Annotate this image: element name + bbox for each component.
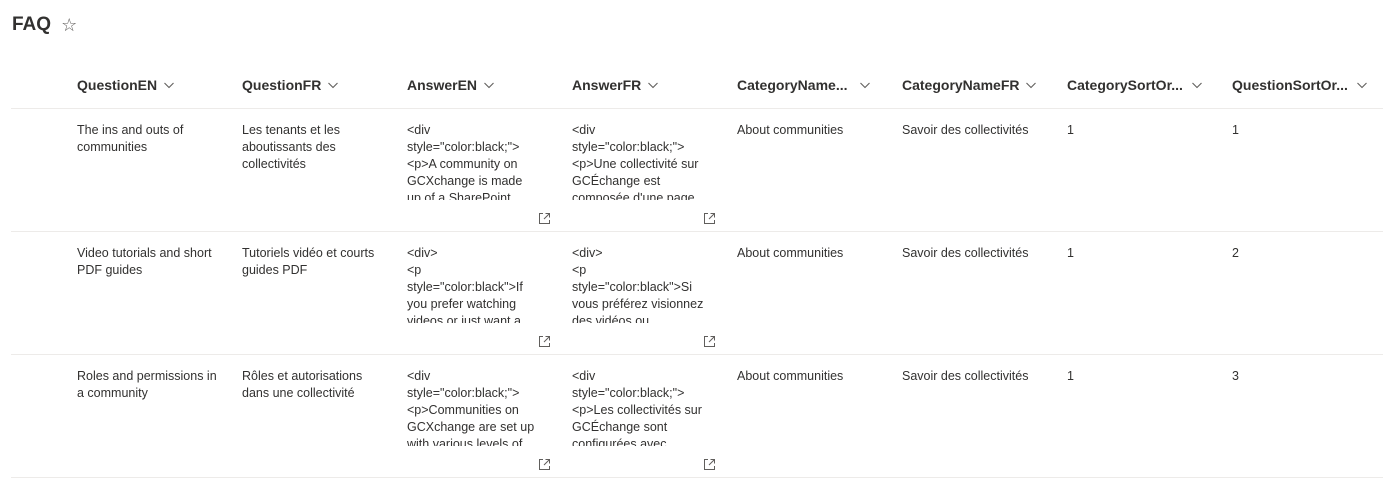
cell-answer-fr: <div style="color:black;"> <p>Une collec…	[572, 122, 712, 200]
cell-question-sort-order: 1	[1232, 123, 1239, 137]
table-row[interactable]: The ins and outs of communities Les tena…	[11, 109, 1383, 232]
list-grid: QuestionEN QuestionFR AnswerEN AnswerFR …	[11, 62, 1383, 478]
cell-question-en: Roles and permissions in a community	[77, 369, 217, 400]
cell-question-fr: Les tenants et les aboutissants des coll…	[242, 123, 340, 171]
answer-en-text: <div style="color:black;"> <p>Communitie…	[407, 369, 535, 446]
cell-question-sort-order: 2	[1232, 246, 1239, 260]
cell-category-name-en: About communities	[737, 123, 844, 137]
cell-question-fr: Tutoriels vidéo et courts guides PDF	[242, 246, 375, 277]
column-header-label: AnswerEN	[407, 77, 478, 93]
open-in-new-window-icon[interactable]	[538, 335, 551, 348]
chevron-down-icon	[164, 82, 175, 89]
column-header-answer-fr[interactable]: AnswerFR	[572, 62, 712, 108]
open-in-new-window-icon[interactable]	[538, 458, 551, 471]
column-header-question-en[interactable]: QuestionEN	[77, 62, 227, 108]
open-in-new-window-icon[interactable]	[538, 212, 551, 225]
column-header-label: CategorySortOr...	[1067, 77, 1183, 93]
column-header-answer-en[interactable]: AnswerEN	[407, 62, 537, 108]
table-row[interactable]: Roles and permissions in a community Rôl…	[11, 355, 1383, 478]
column-header-label: QuestionFR	[242, 77, 322, 93]
cell-category-name-fr: Savoir des collectivités	[902, 123, 1029, 137]
cell-category-name-en: About communities	[737, 369, 844, 383]
favorite-star-icon[interactable]: ☆	[61, 16, 77, 34]
column-header-category-name-fr[interactable]: CategoryNameFR	[902, 62, 1052, 108]
cell-question-fr: Rôles et autorisations dans une collecti…	[242, 369, 363, 400]
answer-fr-text: <div style="color:black;"> <p>Une collec…	[572, 123, 699, 200]
cell-answer-en: <div> <p style="color:black">If you pref…	[407, 245, 537, 323]
answer-fr-text: <div> <p style="color:black">Si vous pré…	[572, 246, 704, 323]
cell-answer-fr: <div style="color:black;"> <p>Les collec…	[572, 368, 712, 446]
table-row[interactable]: Video tutorials and short PDF guides Tut…	[11, 232, 1383, 355]
cell-question-en: The ins and outs of communities	[77, 123, 184, 154]
cell-category-sort-order: 1	[1067, 369, 1074, 383]
answer-en-text: <div style="color:black;"> <p>A communit…	[407, 123, 523, 200]
cell-answer-en: <div style="color:black;"> <p>Communitie…	[407, 368, 537, 446]
chevron-down-icon	[860, 82, 871, 89]
column-header-row: QuestionEN QuestionFR AnswerEN AnswerFR …	[11, 62, 1383, 109]
cell-answer-en: <div style="color:black;"> <p>A communit…	[407, 122, 537, 200]
column-header-label: AnswerFR	[572, 77, 642, 93]
chevron-down-icon	[328, 82, 339, 89]
answer-en-text: <div> <p style="color:black">If you pref…	[407, 246, 523, 323]
open-in-new-window-icon[interactable]	[703, 458, 716, 471]
cell-category-sort-order: 1	[1067, 123, 1074, 137]
chevron-down-icon	[484, 82, 494, 89]
column-header-question-sort-order[interactable]: QuestionSortOr...	[1232, 62, 1380, 108]
column-header-question-fr[interactable]: QuestionFR	[242, 62, 392, 108]
chevron-down-icon	[648, 82, 659, 89]
page-header: FAQ ☆	[12, 12, 77, 38]
column-header-category-sort-order[interactable]: CategorySortOr...	[1067, 62, 1212, 108]
chevron-down-icon	[1026, 82, 1037, 89]
column-header-label: QuestionSortOr...	[1232, 77, 1348, 93]
column-header-label: CategoryNameFR	[902, 77, 1020, 93]
answer-fr-text: <div style="color:black;"> <p>Les collec…	[572, 369, 702, 446]
page-title: FAQ	[12, 14, 52, 35]
chevron-down-icon	[1192, 82, 1202, 89]
cell-category-sort-order: 1	[1067, 246, 1074, 260]
cell-category-name-fr: Savoir des collectivités	[902, 369, 1029, 383]
cell-question-sort-order: 3	[1232, 369, 1239, 383]
open-in-new-window-icon[interactable]	[703, 335, 716, 348]
column-header-label: CategoryName...	[737, 77, 848, 93]
cell-question-en: Video tutorials and short PDF guides	[77, 246, 212, 277]
cell-category-name-en: About communities	[737, 246, 844, 260]
column-header-category-name-en[interactable]: CategoryName...	[737, 62, 882, 108]
cell-answer-fr: <div> <p style="color:black">Si vous pré…	[572, 245, 712, 323]
cell-category-name-fr: Savoir des collectivités	[902, 246, 1029, 260]
open-in-new-window-icon[interactable]	[703, 212, 716, 225]
chevron-down-icon	[1357, 82, 1367, 89]
column-header-label: QuestionEN	[77, 77, 158, 93]
